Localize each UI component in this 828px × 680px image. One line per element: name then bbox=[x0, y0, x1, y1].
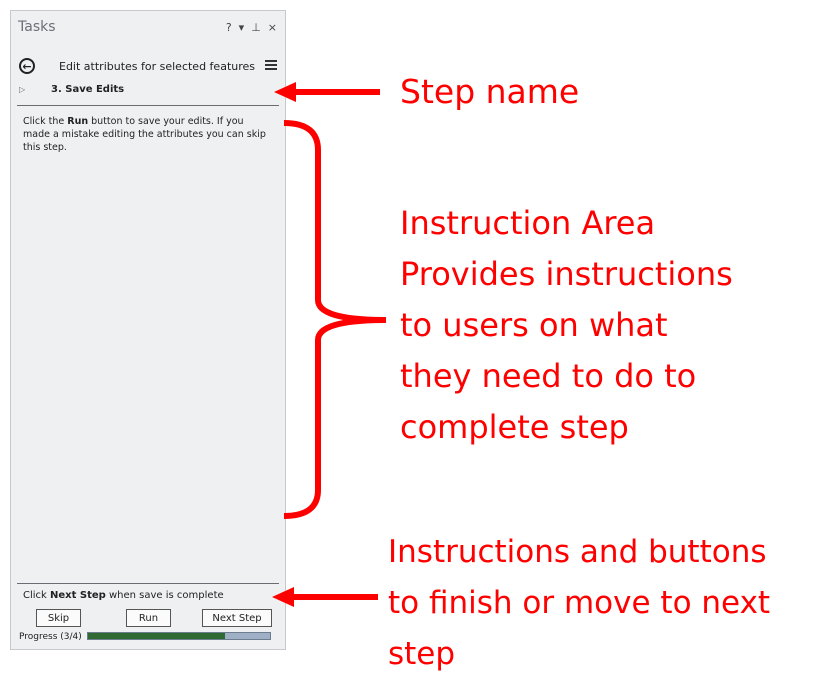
annotation-finish: Instructions and buttons to finish or mo… bbox=[388, 527, 824, 680]
annotation-line: to finish or move to next bbox=[388, 585, 771, 621]
annotation-line: to users on what bbox=[400, 306, 668, 344]
annotation-line: complete step bbox=[400, 408, 629, 446]
annotation-line: Provides instructions bbox=[400, 255, 733, 293]
annotation-line: Instructions and buttons bbox=[388, 534, 767, 570]
annotation-step-name: Step name bbox=[400, 72, 580, 111]
arrow-icon bbox=[272, 587, 378, 607]
annotation-instruction-area: Instruction Area Provides instructions t… bbox=[400, 198, 800, 453]
annotation-line: they need to do to bbox=[400, 357, 697, 395]
bracket bbox=[283, 120, 387, 519]
annotation-line: Instruction Area bbox=[400, 204, 656, 242]
annotation-line: step bbox=[388, 636, 456, 672]
arrow-icon bbox=[274, 82, 380, 102]
